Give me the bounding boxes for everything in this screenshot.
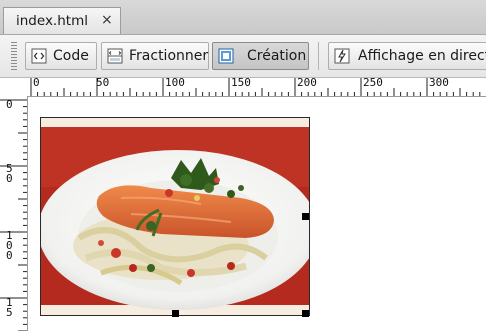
h-ruler-label: 150 [231,76,251,89]
code-view-button[interactable]: Code [25,42,97,70]
live-view-button[interactable]: Affichage en direct [328,42,486,70]
toolbar-grip[interactable] [11,42,17,70]
design-view-label: Création [247,48,307,64]
v-ruler-label: 0 [6,98,13,111]
design-view-icon [218,48,234,64]
design-view-button[interactable]: Création [212,42,309,70]
salmon-dish-image [38,118,318,315]
live-view-label: Affichage en direct [358,48,486,64]
h-ruler-label: 200 [297,76,317,89]
split-view-icon [107,48,123,64]
h-ruler-label: 100 [165,76,185,89]
document-toolbar: Code Fractionner Création Affichage en d… [0,35,486,78]
h-ruler-label: 0 [33,76,40,89]
v-ruler-label: 5 0 [6,162,13,185]
resize-handle-bottom[interactable] [172,310,179,317]
code-view-label: Code [53,48,89,64]
document-tab-strip: index.html × [0,0,486,35]
toolbar-separator [318,42,319,70]
document-tab[interactable]: index.html × [3,7,121,34]
code-view-icon [31,48,47,64]
selected-image[interactable] [38,117,318,316]
v-ruler-label: 1 0 0 [6,229,13,262]
vertical-ruler[interactable]: 0 5 0 1 0 0 1 5 [0,96,28,331]
horizontal-ruler[interactable]: 0 50 100 150 200 250 300 [0,76,486,97]
h-ruler-label: 250 [363,76,383,89]
split-view-button[interactable]: Fractionner [101,42,209,70]
h-ruler-label: 300 [429,76,449,89]
h-ruler-label: 50 [96,76,110,89]
live-view-icon [334,48,350,64]
resize-handle-right[interactable] [302,213,309,220]
resize-handle-corner[interactable] [302,310,309,317]
split-view-label: Fractionner [129,48,209,64]
close-tab-icon[interactable]: × [101,12,113,28]
document-tab-title[interactable]: index.html [16,13,88,29]
vertical-ruler-ticks [0,99,27,331]
v-ruler-label: 1 5 [6,296,13,319]
